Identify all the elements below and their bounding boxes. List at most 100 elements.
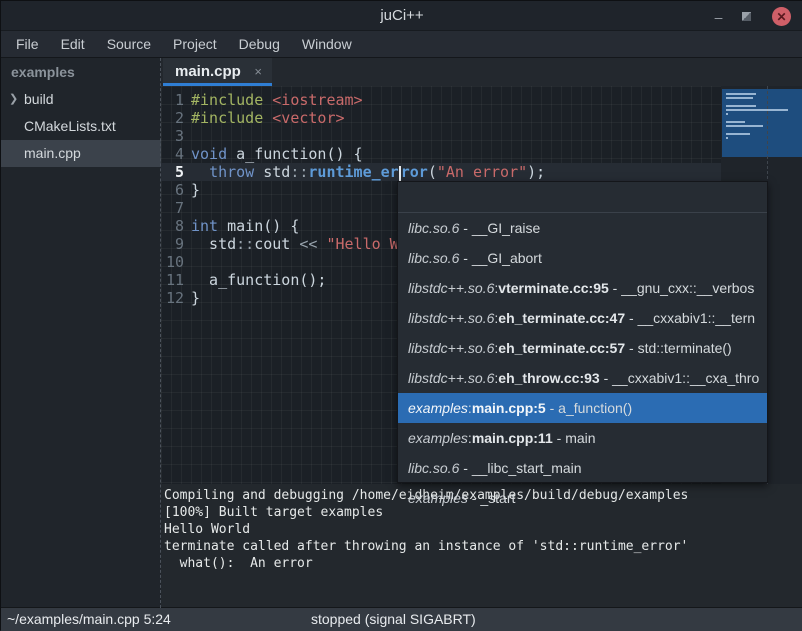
minimap-code-line <box>726 137 728 139</box>
line-number[interactable]: 4 <box>161 145 187 163</box>
backtrace-function: __gnu_cxx::__verbos <box>621 280 754 296</box>
backtrace-function: a_function() <box>558 400 632 416</box>
backtrace-separator: - <box>468 490 480 506</box>
restore-button[interactable] <box>738 8 755 25</box>
backtrace-item[interactable]: libstdc++.so.6:eh_terminate.cc:47 - __cx… <box>398 303 767 333</box>
minimize-button[interactable]: – <box>710 8 727 25</box>
minimap-view-slider[interactable] <box>722 89 802 157</box>
titlebar[interactable]: juCi++ – ✕ <box>1 1 802 31</box>
line-number[interactable]: 1 <box>161 91 187 109</box>
line-number[interactable]: 11 <box>161 271 187 289</box>
code-token: << <box>299 235 326 253</box>
line-number[interactable]: 10 <box>161 253 187 271</box>
code-token: ( <box>428 163 437 181</box>
line-number[interactable]: 5 <box>161 163 187 181</box>
expander-chevron-icon[interactable]: ❯ <box>9 86 18 113</box>
backtrace-separator: - <box>609 280 621 296</box>
file-tree: ❯buildCMakeLists.txtmain.cpp <box>1 86 161 167</box>
minimap-code-line <box>726 113 728 115</box>
code-token: "Hello W <box>326 235 398 253</box>
code-token: void <box>191 145 227 163</box>
backtrace-item[interactable]: libc.so.6 - __GI_abort <box>398 243 767 273</box>
backtrace-library: examples <box>408 430 468 446</box>
backtrace-library: examples <box>408 490 468 506</box>
sidebar-resize-handle[interactable] <box>160 58 161 608</box>
backtrace-function: __libc_start_main <box>472 460 582 476</box>
code-line: throw std::runtime_error("An error"); <box>191 163 721 181</box>
code-token: std <box>254 163 290 181</box>
backtrace-file-line: eh_throw.cc:93 <box>498 370 599 386</box>
code-token: } <box>191 289 200 307</box>
line-number[interactable]: 6 <box>161 181 187 199</box>
code-token <box>191 163 209 181</box>
backtrace-item[interactable]: examples:main.cpp:11 - main <box>398 423 767 453</box>
menu-file[interactable]: File <box>5 32 50 56</box>
backtrace-function: std::terminate() <box>638 340 732 356</box>
code-token: a_function() { <box>227 145 362 163</box>
code-token: <iostream> <box>272 91 362 109</box>
code-line: #include <iostream> <box>191 91 721 109</box>
menu-project[interactable]: Project <box>162 32 228 56</box>
tree-item-main-cpp[interactable]: main.cpp <box>1 140 161 167</box>
code-token: cout <box>254 235 299 253</box>
tab-main-cpp[interactable]: main.cpp × <box>163 58 272 86</box>
code-token: main() { <box>218 217 299 235</box>
tree-item-label: CMakeLists.txt <box>24 113 116 140</box>
backtrace-library: libstdc++.so.6 <box>408 280 494 296</box>
backtrace-file-line: main.cpp:11 <box>472 430 553 446</box>
minimap-code-line <box>726 125 763 127</box>
backtrace-separator: - <box>546 400 558 416</box>
backtrace-separator: - <box>625 310 637 326</box>
tree-item-cmakelists-txt[interactable]: CMakeLists.txt <box>1 113 161 140</box>
menu-debug[interactable]: Debug <box>228 32 291 56</box>
menu-window[interactable]: Window <box>291 32 363 56</box>
backtrace-separator: - <box>600 370 612 386</box>
backtrace-library: examples <box>408 400 468 416</box>
backtrace-file-line: vterminate.cc:95 <box>498 280 609 296</box>
line-number[interactable]: 12 <box>161 289 187 307</box>
backtrace-list: libc.so.6 - __GI_raiselibc.so.6 - __GI_a… <box>398 213 767 513</box>
code-line <box>191 127 721 145</box>
menu-edit[interactable]: Edit <box>50 32 96 56</box>
minimap-code-line <box>726 93 756 95</box>
minimap-code-line <box>726 105 756 107</box>
line-number-gutter[interactable]: 123456789101112 <box>161 91 187 307</box>
status-debug-state: stopped (signal SIGABRT) <box>311 611 476 627</box>
backtrace-item[interactable]: libstdc++.so.6:eh_terminate.cc:57 - std:… <box>398 333 767 363</box>
code-token: :: <box>236 235 254 253</box>
menu-source[interactable]: Source <box>96 32 162 56</box>
backtrace-library: libstdc++.so.6 <box>408 370 494 386</box>
backtrace-popup-header <box>398 182 767 213</box>
backtrace-item[interactable]: libstdc++.so.6:vterminate.cc:95 - __gnu_… <box>398 273 767 303</box>
terminal-line: what(): An error <box>164 555 802 572</box>
line-number[interactable]: 9 <box>161 235 187 253</box>
tab-label: main.cpp <box>175 63 241 80</box>
backtrace-item[interactable]: libc.so.6 - __libc_start_main <box>398 453 767 483</box>
backtrace-item[interactable]: libstdc++.so.6:eh_throw.cc:93 - __cxxabi… <box>398 363 767 393</box>
line-number[interactable]: 8 <box>161 217 187 235</box>
code-token: } <box>191 181 200 199</box>
backtrace-item[interactable]: examples - _start <box>398 483 767 513</box>
line-number[interactable]: 2 <box>161 109 187 127</box>
backtrace-function: __cxxabiv1::__tern <box>638 310 756 326</box>
code-token: int <box>191 217 218 235</box>
backtrace-library: libc.so.6 <box>408 250 459 266</box>
backtrace-item[interactable]: examples:main.cpp:5 - a_function() <box>398 393 767 423</box>
code-line: void a_function() { <box>191 145 721 163</box>
tree-item-build[interactable]: ❯build <box>1 86 161 113</box>
statusbar: ~/examples/main.cpp 5:24 stopped (signal… <box>1 607 802 631</box>
backtrace-library: libc.so.6 <box>408 220 459 236</box>
window-title: juCi++ <box>1 7 802 24</box>
backtrace-item[interactable]: libc.so.6 - __GI_raise <box>398 213 767 243</box>
backtrace-function: __cxxabiv1::__cxa_thro <box>612 370 759 386</box>
line-number[interactable]: 3 <box>161 127 187 145</box>
code-token: #include <box>191 91 272 109</box>
tab-close-icon[interactable]: × <box>254 64 262 79</box>
minimap-code-line <box>726 97 753 99</box>
close-button[interactable]: ✕ <box>772 7 791 26</box>
code-token: ror <box>401 163 428 181</box>
menubar: FileEditSourceProjectDebugWindow <box>1 31 802 58</box>
backtrace-function: __GI_abort <box>472 250 542 266</box>
line-number[interactable]: 7 <box>161 199 187 217</box>
restore-icon <box>742 12 751 21</box>
